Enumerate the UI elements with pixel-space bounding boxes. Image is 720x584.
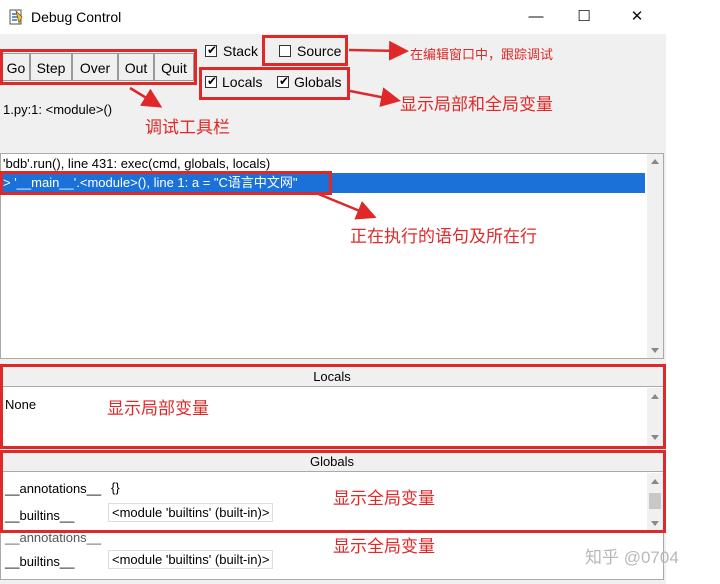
- scroll-up-icon[interactable]: [651, 159, 659, 164]
- toolbar-note: 调试工具栏: [145, 118, 230, 138]
- globals-note: 显示全局变量: [333, 489, 435, 509]
- variables-highlight-box: [199, 67, 350, 100]
- stack-checkbox[interactable]: ✔: [205, 43, 217, 57]
- stack-label: Stack: [223, 43, 259, 59]
- watermark: 知乎 @0704: [585, 548, 679, 567]
- window-title: Debug Control: [31, 9, 122, 25]
- locals-highlight-box: [0, 364, 666, 449]
- stack-scrollbar[interactable]: [647, 154, 663, 358]
- current-line-note: 正在执行的语句及所在行: [350, 227, 537, 247]
- globals-row-value[interactable]: <module 'builtins' (built-in)>: [108, 550, 274, 569]
- globals-note-duplicate: 显示全局变量: [333, 537, 435, 557]
- python-app-icon: [9, 9, 23, 25]
- scroll-down-icon[interactable]: [651, 348, 659, 353]
- status-line: 1.py:1: <module>(): [3, 102, 113, 117]
- variables-note: 显示局部和全局变量: [400, 95, 553, 115]
- stack-row[interactable]: 'bdb'.run(), line 431: exec(cmd, globals…: [3, 156, 270, 171]
- minimize-button[interactable]: —: [523, 6, 549, 28]
- current-line-highlight-box: [0, 171, 332, 195]
- maximize-button[interactable]: ☐: [571, 6, 597, 28]
- toolbar-highlight-box: [0, 49, 197, 85]
- source-note: 在编辑窗口中，跟踪调试: [410, 48, 554, 63]
- locals-note: 显示局部变量: [107, 399, 209, 419]
- close-button[interactable]: ✕: [624, 6, 650, 28]
- globals-row-name: __builtins__: [5, 554, 75, 569]
- source-highlight-box: [262, 35, 348, 66]
